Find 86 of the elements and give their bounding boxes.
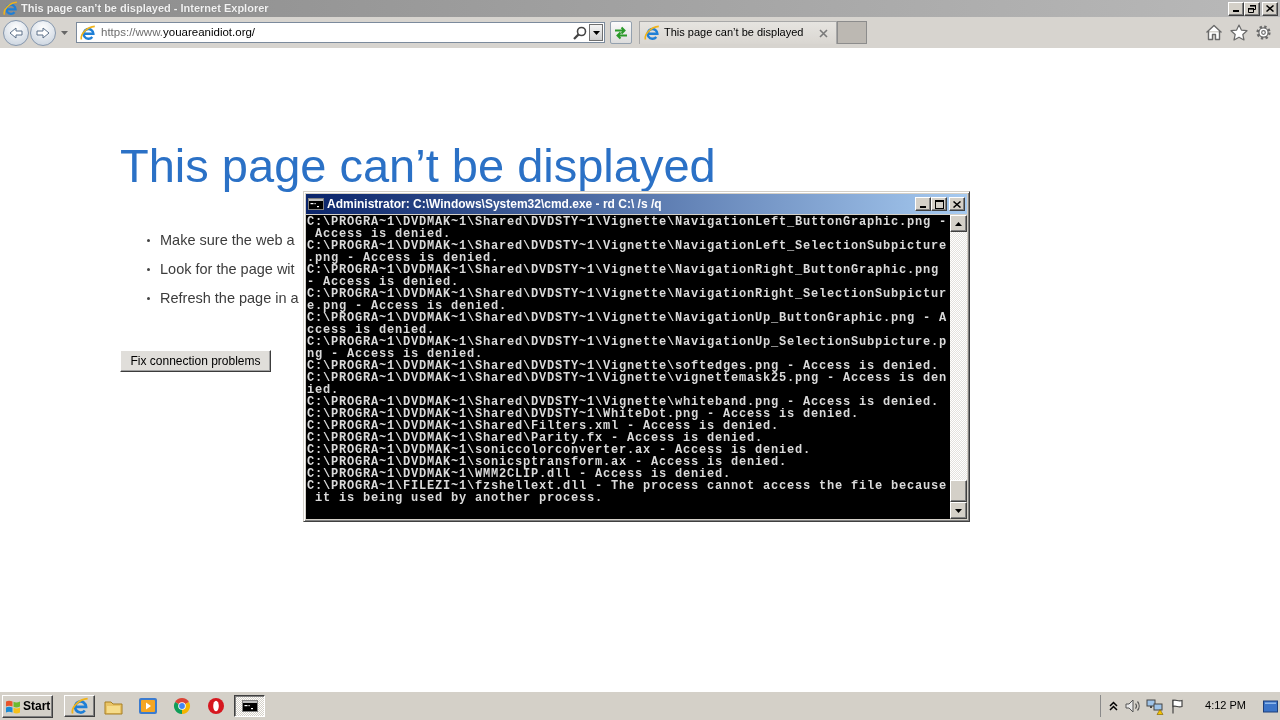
taskbar-button[interactable] xyxy=(234,695,265,717)
bullet-icon xyxy=(147,268,150,271)
speaker-icon[interactable] xyxy=(1124,698,1141,714)
console-line: C:\PROGRA~1\DVDMAK~1\Shared\DVDSTY~1\Vignette\NavigationLeft_SelectionSubpicture xyxy=(307,240,949,252)
console-line: .png - Access is denied. xyxy=(307,252,500,264)
fix-connection-button[interactable]: Fix connection problems xyxy=(120,350,271,372)
start-button[interactable]: Start xyxy=(2,694,53,718)
arrow-left-icon xyxy=(9,26,23,39)
browser-icon xyxy=(80,24,96,41)
window-title: This page can’t be displayed - Internet Explorer xyxy=(21,1,269,16)
scroll-thumb[interactable] xyxy=(950,480,967,502)
console-line: C:\PROGRA~1\DVDMAK~1\Shared\DVDSTY~1\Vignette\vignettemask25.png - Access is den xyxy=(307,372,949,384)
console-line: it is being used by another process. xyxy=(314,492,605,504)
console-line: C:\PROGRA~1\DVDMAK~1\Shared\DVDSTY~1\Vignette\NavigationRight_SelectionSubpictur xyxy=(307,288,949,300)
console-line: ng - Access is denied. xyxy=(307,348,484,360)
caret-icon xyxy=(592,30,600,35)
caret-icon[interactable] xyxy=(61,30,68,35)
ring-icon xyxy=(206,697,225,715)
console-line: C:\PROGRA~1\DVDMAK~1\Shared\DVDSTY~1\Vignette\softedges.png - Access is denied. xyxy=(307,360,940,372)
scroll-down-button[interactable] xyxy=(950,502,967,519)
tip-text: Refresh the page in a xyxy=(160,289,299,308)
close-button[interactable] xyxy=(949,197,965,211)
address-field[interactable]: https://www.youareanidiot.org/ xyxy=(76,22,605,43)
console-line: C:\PROGRA~1\DVDMAK~1\soniccolorconverter.ax - Access is denied. xyxy=(307,444,813,456)
back-button[interactable] xyxy=(3,19,29,46)
console-line: C:\PROGRA~1\DVDMAK~1\sonicsptransform.ax - Access is denied. xyxy=(307,456,789,468)
browser-icon xyxy=(644,25,660,41)
home-icon[interactable] xyxy=(1205,24,1223,41)
color-wheel-icon xyxy=(172,697,191,715)
arrow-right-icon xyxy=(36,26,50,39)
maximize-icon xyxy=(934,199,944,209)
arrows-icon xyxy=(613,24,629,41)
minimize-icon xyxy=(919,205,926,208)
scroll-up-button[interactable] xyxy=(950,215,967,232)
console-line: C:\PROGRA~1\DVDMAK~1\Shared\DVDSTY~1\Vignette\NavigationRight_ButtonGraphic.png xyxy=(307,264,941,276)
console-line: e.png - Access is denied. xyxy=(307,300,508,312)
close-icon xyxy=(1266,5,1274,12)
tip-text: Make sure the web a xyxy=(160,231,295,250)
console-line: C:\PROGRA~1\DVDMAK~1\Shared\DVDSTY~1\WhiteDot.png - Access is denied. xyxy=(307,408,861,420)
search-icon[interactable] xyxy=(573,25,587,40)
console-line: Access is denied. xyxy=(315,228,452,240)
close-icon[interactable] xyxy=(819,28,828,38)
settings-icon[interactable] xyxy=(1255,24,1272,41)
console-line: C:\PROGRA~1\DVDMAK~1\Shared\DVDSTY~1\Vignette\NavigationUp_SelectionSubpicture.p xyxy=(307,336,949,348)
close-icon xyxy=(953,200,961,208)
star-icon[interactable] xyxy=(1230,24,1248,41)
browser-icon xyxy=(3,1,18,16)
caret-down-icon xyxy=(955,508,962,513)
console-line: ied. xyxy=(307,384,339,396)
flag-icon[interactable] xyxy=(1170,698,1186,714)
window-title: Administrator: C:\Windows\System32\cmd.exe - rd C:\ /s /q xyxy=(327,196,662,212)
browser-tab[interactable]: This page can’t be displayed xyxy=(639,21,837,44)
console-line: C:\PROGRA~1\DVDMAK~1\Shared\Filters.xml - Access is denied. xyxy=(307,420,781,432)
console-line: C:\PROGRA~1\DVDMAK~1\Shared\DVDSTY~1\Vignette\NavigationUp_ButtonGraphic.png - A xyxy=(307,312,949,324)
browser-icon xyxy=(70,697,89,715)
bullet-icon xyxy=(147,297,150,300)
bullet-icon xyxy=(147,239,150,242)
close-button[interactable] xyxy=(1262,1,1278,16)
console-icon xyxy=(308,198,324,210)
minimize-button[interactable] xyxy=(915,197,931,211)
forward-button[interactable] xyxy=(30,19,56,46)
console-icon xyxy=(241,700,258,712)
network-icon[interactable] xyxy=(1146,697,1165,715)
console-line: ccess is denied. xyxy=(307,324,436,336)
minimize-icon xyxy=(1232,10,1239,12)
maximize-button[interactable] xyxy=(931,197,947,211)
refresh-button[interactable] xyxy=(610,21,632,44)
restore-button[interactable] xyxy=(1244,1,1260,16)
page-heading: This page can’t be displayed xyxy=(120,138,717,194)
minimize-button[interactable] xyxy=(1228,1,1244,16)
console-line: C:\PROGRA~1\DVDMAK~1\Shared\DVDSTY~1\Vignette\NavigationLeft_ButtonGraphic.png - xyxy=(307,216,949,228)
console-line: - Access is denied. xyxy=(307,276,460,288)
play-icon xyxy=(137,697,158,715)
tip-text: Look for the page wit xyxy=(160,260,295,279)
console-line: C:\PROGRA~1\DVDMAK~1\WMM2CLIP.dll - Access is denied. xyxy=(307,468,732,480)
flag-logo-icon xyxy=(5,698,21,714)
monitor-icon xyxy=(1262,698,1278,714)
console-line: C:\PROGRA~1\DVDMAK~1\Shared\Parity.fx - Access is denied. xyxy=(307,432,764,444)
console-line: C:\PROGRA~1\DVDMAK~1\Shared\DVDSTY~1\Vignette\whiteband.png - Access is denied. xyxy=(307,396,941,408)
dropdown-button[interactable] xyxy=(589,24,603,41)
clock: 4:12 PM xyxy=(1205,699,1246,713)
console-line: C:\PROGRA~1\FILEZI~1\fzshellext.dll - The process cannot access the file because xyxy=(307,480,949,492)
restore-icon xyxy=(1248,4,1256,13)
chevron-up-icon[interactable] xyxy=(1109,701,1119,711)
caret-up-icon xyxy=(955,221,962,226)
show-desktop-button[interactable] xyxy=(1262,697,1278,715)
